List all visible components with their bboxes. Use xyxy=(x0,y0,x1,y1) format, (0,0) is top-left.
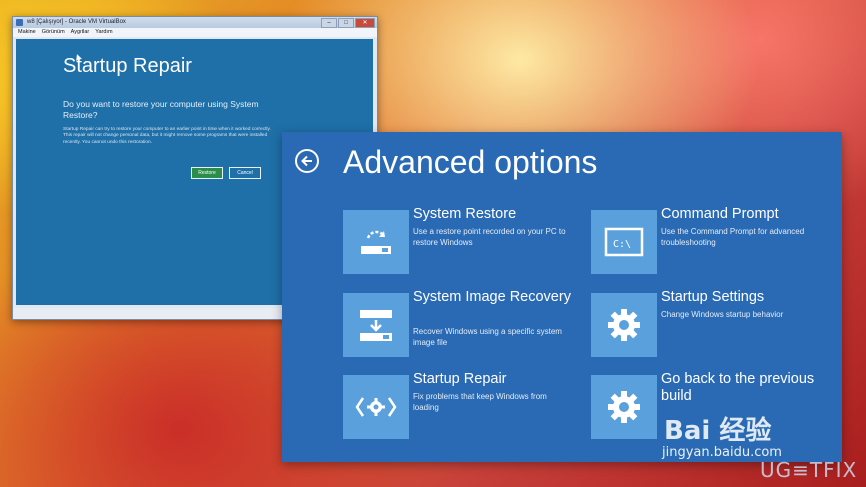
menu-gorunum[interactable]: Görünüm xyxy=(42,28,65,37)
virtualbox-icon xyxy=(16,19,23,26)
startup-repair-title: Startup Repair xyxy=(63,55,192,77)
gear-icon xyxy=(591,293,657,357)
tile-startup-settings[interactable]: Startup Settings Change Windows startup … xyxy=(591,289,823,359)
tile-startup-repair-desc: Fix problems that keep Windows from load… xyxy=(413,392,547,412)
tile-system-restore-desc: Use a restore point recorded on your PC … xyxy=(413,227,566,247)
baidu-watermark: Bai 经验 xyxy=(664,416,772,446)
vm-window-title: w8 [Çalışıyor] - Oracle VM VirtualBox xyxy=(27,19,126,25)
back-arrow-icon xyxy=(301,155,312,167)
tile-system-image-recovery[interactable]: System Image Recovery Recover Windows us… xyxy=(343,289,575,359)
back-button[interactable] xyxy=(295,149,319,173)
tile-command-prompt[interactable]: C:\ Command Prompt Use the Command Promp… xyxy=(591,206,823,276)
cancel-button[interactable]: Cancel xyxy=(229,167,261,179)
tile-system-image-recovery-title: System Image Recovery xyxy=(413,289,571,305)
tile-startup-repair[interactable]: Startup Repair Fix problems that keep Wi… xyxy=(343,371,575,441)
page-title: Advanced options xyxy=(343,144,598,180)
minimize-button[interactable]: – xyxy=(321,18,337,28)
tile-system-restore-title: System Restore xyxy=(413,206,517,222)
gear-icon xyxy=(591,375,657,439)
tile-system-image-recovery-desc: Recover Windows using a specific system … xyxy=(413,327,562,347)
ugetfix-watermark: UG≡TFIX xyxy=(760,458,858,482)
maximize-button[interactable]: □ xyxy=(338,18,354,28)
restore-question: Do you want to restore your computer usi… xyxy=(63,99,259,120)
startup-repair-icon xyxy=(343,375,409,439)
command-prompt-icon: C:\ xyxy=(591,210,657,274)
close-button[interactable]: ✕ xyxy=(355,18,375,28)
system-image-icon xyxy=(343,293,409,357)
menu-yardim[interactable]: Yardım xyxy=(95,28,112,37)
vm-titlebar: w8 [Çalışıyor] - Oracle VM VirtualBox – … xyxy=(13,17,377,28)
cmd-glyph: C:\ xyxy=(613,239,631,250)
tile-go-back-title: Go back to the previous build xyxy=(661,371,815,404)
tile-startup-repair-title: Startup Repair xyxy=(413,371,507,387)
restore-description: Startup Repair can try to restore your c… xyxy=(63,127,271,145)
menu-aygitlar[interactable]: Aygıtlar xyxy=(71,28,90,37)
tile-command-prompt-title: Command Prompt xyxy=(661,206,779,222)
menu-makine[interactable]: Makine xyxy=(18,28,36,37)
tile-startup-settings-desc: Change Windows startup behavior xyxy=(661,310,784,319)
system-restore-icon xyxy=(343,210,409,274)
tile-system-restore[interactable]: System Restore Use a restore point recor… xyxy=(343,206,575,276)
tile-command-prompt-desc: Use the Command Prompt for advanced trou… xyxy=(661,227,805,247)
restore-button[interactable]: Restore xyxy=(191,167,223,179)
vm-menubar: Makine Görünüm Aygıtlar Yardım xyxy=(13,28,377,37)
tile-startup-settings-title: Startup Settings xyxy=(661,289,765,305)
